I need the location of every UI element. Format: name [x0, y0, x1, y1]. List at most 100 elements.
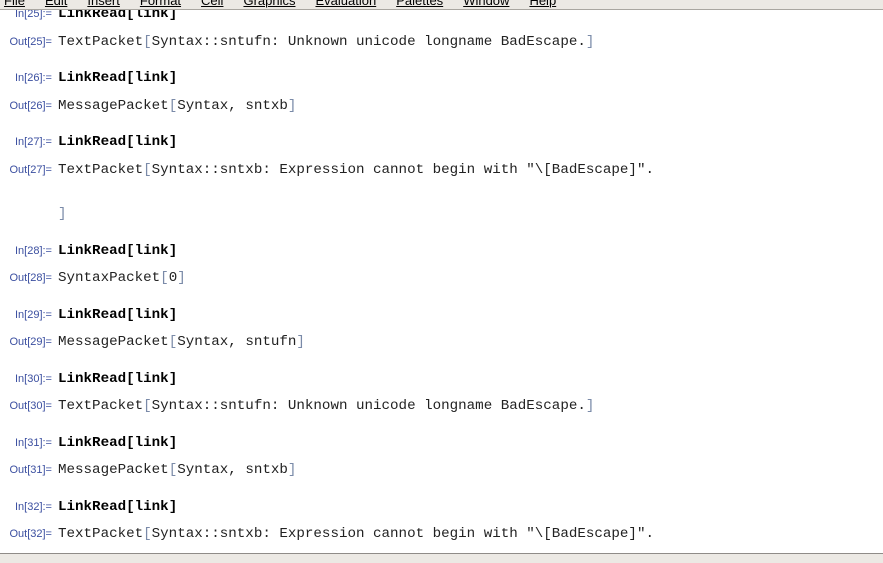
expression-body: Syntax::sntufn: Unknown unicode longname…	[151, 398, 586, 414]
input-cell[interactable]: In[29]:= LinkRead[link]	[0, 305, 883, 325]
output-cell[interactable]: Out[27]= TextPacket[Syntax::sntxb: Expres…	[0, 160, 883, 180]
output-cell[interactable]: Out[28]= SyntaxPacket[0]	[0, 268, 883, 288]
expression-body: link	[134, 10, 169, 22]
close-bracket: ]	[168, 70, 178, 86]
menu-help[interactable]: Help	[529, 0, 556, 8]
input-expression[interactable]: LinkRead[link]	[58, 243, 177, 259]
close-bracket: ]	[168, 499, 178, 515]
output-expression: MessagePacket[Syntax, sntxb]	[58, 98, 296, 114]
cell-label: Out[31]=	[9, 464, 52, 476]
input-expression[interactable]: LinkRead[link]	[58, 134, 177, 150]
open-bracket: [	[126, 70, 135, 86]
output-continuation: ]	[0, 204, 883, 224]
expression-head: MessagePacket	[58, 334, 169, 350]
cell-label: Out[27]=	[9, 164, 52, 176]
menu-insert[interactable]: Insert	[87, 0, 120, 8]
input-expression[interactable]: LinkRead[link]	[58, 307, 177, 323]
expression-head: TextPacket	[58, 34, 144, 50]
menu-file[interactable]: File	[4, 0, 25, 8]
output-expression: MessagePacket[Syntax, sntxb]	[58, 462, 296, 478]
open-bracket: [	[126, 134, 135, 150]
expression-head: LinkRead	[58, 435, 127, 451]
input-cell[interactable]: In[31]:= LinkRead[link]	[0, 433, 883, 453]
open-bracket: [	[143, 34, 152, 50]
input-cell[interactable]: In[25]:= LinkRead[link]	[0, 10, 883, 24]
expression-head: TextPacket	[58, 398, 144, 414]
menu-palettes[interactable]: Palettes	[396, 0, 443, 8]
input-cell[interactable]: In[26]:= LinkRead[link]	[0, 68, 883, 88]
input-expression[interactable]: LinkRead[link]	[58, 10, 177, 22]
close-bracket: ]	[585, 398, 595, 414]
open-bracket: [	[168, 334, 178, 350]
input-expression[interactable]: LinkRead[link]	[58, 70, 177, 86]
expression-head: LinkRead	[58, 134, 127, 150]
close-bracket: ]	[168, 307, 178, 323]
expression-body: Syntax::sntxb: Expression cannot begin w…	[151, 162, 654, 178]
close-bracket: ]	[177, 270, 186, 286]
menu-graphics[interactable]: Graphics	[243, 0, 295, 8]
expression-head: LinkRead	[58, 371, 127, 387]
open-bracket: [	[160, 270, 169, 286]
expression-head: TextPacket	[58, 162, 144, 178]
expression-body: link	[134, 371, 169, 387]
output-cell[interactable]: Out[26]= MessagePacket[Syntax, sntxb]	[0, 96, 883, 116]
input-cell[interactable]: In[32]:= LinkRead[link]	[0, 497, 883, 517]
expression-head: LinkRead	[58, 499, 127, 515]
cell-label: Out[26]=	[9, 100, 52, 112]
menu-edit[interactable]: Edit	[45, 0, 67, 8]
expression-body: Syntax, sntxb	[177, 462, 288, 478]
expression-head: MessagePacket	[58, 462, 169, 478]
input-cell[interactable]: In[28]:= LinkRead[link]	[0, 241, 883, 261]
output-cell[interactable]: Out[25]= TextPacket[Syntax::sntufn: Unkno…	[0, 32, 883, 52]
expression-body: Syntax::sntufn: Unknown unicode longname…	[151, 34, 586, 50]
output-expression: MessagePacket[Syntax, sntufn]	[58, 334, 305, 350]
close-bracket: ]	[585, 34, 595, 50]
output-cell[interactable]: Out[31]= MessagePacket[Syntax, sntxb]	[0, 460, 883, 480]
output-cell[interactable]: Out[32]= TextPacket[Syntax::sntxb: Expres…	[0, 524, 883, 544]
expression-body: Syntax::sntxb: Expression cannot begin w…	[151, 526, 654, 542]
close-bracket: ]	[168, 243, 178, 259]
output-expression: TextPacket[Syntax::sntufn: Unknown unico…	[58, 398, 594, 414]
expression-body: link	[134, 70, 169, 86]
close-bracket: ]	[58, 206, 67, 222]
menu-window[interactable]: Window	[463, 0, 509, 8]
menu-format[interactable]: Format	[140, 0, 181, 8]
output-cell[interactable]: Out[30]= TextPacket[Syntax::sntufn: Unkno…	[0, 396, 883, 416]
notebook-area[interactable]: In[25]:= LinkRead[link] Out[25]= TextPacket…	[0, 10, 883, 553]
close-bracket: ]	[296, 334, 305, 350]
input-cell[interactable]: In[30]:= LinkRead[link]	[0, 369, 883, 389]
expression-body: link	[134, 243, 169, 259]
cell-label: In[27]:=	[14, 136, 52, 148]
cell-label: Out[28]=	[9, 272, 52, 284]
close-bracket: ]	[287, 462, 297, 478]
output-expression: TextPacket[Syntax::sntxb: Expression can…	[58, 526, 654, 542]
input-expression[interactable]: LinkRead[link]	[58, 435, 177, 451]
expression-body: link	[134, 499, 169, 515]
expression-body: Syntax, sntufn	[177, 334, 297, 350]
open-bracket: [	[143, 162, 152, 178]
open-bracket: [	[126, 371, 135, 387]
close-bracket: ]	[287, 98, 297, 114]
open-bracket: [	[126, 10, 135, 22]
expression-head: LinkRead	[58, 70, 127, 86]
input-cell[interactable]: In[27]:= LinkRead[link]	[0, 132, 883, 152]
open-bracket: [	[126, 243, 135, 259]
input-expression[interactable]: LinkRead[link]	[58, 499, 177, 515]
output-cell[interactable]: Out[29]= MessagePacket[Syntax, sntufn]	[0, 332, 883, 352]
expression-head: TextPacket	[58, 526, 144, 542]
expression-head: MessagePacket	[58, 98, 169, 114]
menu-cell[interactable]: Cell	[201, 0, 223, 8]
output-expression: TextPacket[Syntax::sntufn: Unknown unico…	[58, 34, 594, 50]
expression-body: Syntax, sntxb	[177, 98, 288, 114]
cell-label: In[29]:=	[14, 309, 52, 321]
output-expression: TextPacket[Syntax::sntxb: Expression can…	[58, 162, 654, 178]
expression-head: LinkRead	[58, 307, 127, 323]
cell-label: In[30]:=	[14, 373, 52, 385]
cell-label: Out[29]=	[9, 336, 52, 348]
cell-label: In[31]:=	[14, 437, 52, 449]
menu-evaluation[interactable]: Evaluation	[315, 0, 376, 8]
output-expression: SyntaxPacket[0]	[58, 270, 186, 286]
status-bar	[0, 553, 883, 563]
expression-body: link	[134, 134, 169, 150]
input-expression[interactable]: LinkRead[link]	[58, 371, 177, 387]
